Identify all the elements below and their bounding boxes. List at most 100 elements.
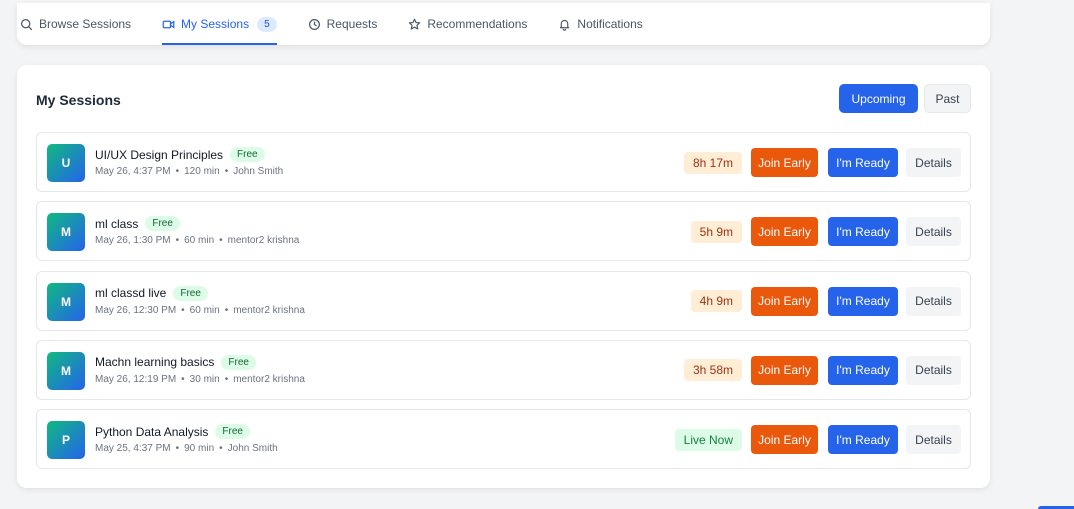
- details-button[interactable]: Details: [906, 148, 961, 177]
- separator-dot: •: [181, 373, 185, 385]
- free-badge: Free: [215, 424, 250, 440]
- session-avatar: M: [47, 213, 85, 252]
- session-meta: May 26, 12:30 PM • 60 min • mentor2 krishna: [95, 305, 305, 316]
- session-datetime: May 26, 12:30 PM: [95, 304, 177, 316]
- session-list: U UI/UX Design Principles Free May 26, 4…: [36, 132, 971, 478]
- session-title-line: UI/UX Design Principles Free: [95, 147, 265, 162]
- session-title-line: ml classd live Free: [95, 285, 208, 301]
- details-button[interactable]: Details: [906, 425, 961, 455]
- details-button[interactable]: Details: [906, 286, 961, 316]
- session-actions: Live Now Join Early I'm Ready Details: [674, 425, 961, 455]
- session-title-line: Machn learning basics Free: [95, 354, 256, 370]
- tab-label: My Sessions: [181, 17, 250, 31]
- im-ready-button[interactable]: I'm Ready: [828, 217, 898, 247]
- session-datetime: May 25, 4:37 PM: [95, 443, 171, 455]
- session-actions: 3h 58m Join Early I'm Ready Details: [683, 355, 961, 385]
- session-meta: May 26, 1:30 PM • 60 min • mentor2 krishna: [95, 235, 299, 246]
- details-button[interactable]: Details: [906, 355, 961, 385]
- separator-dot: •: [175, 235, 180, 247]
- separator-dot: •: [175, 166, 180, 177]
- session-row: U UI/UX Design Principles Free May 26, 4…: [36, 132, 971, 192]
- session-meta: May 25, 4:37 PM • 90 min • John Smith: [95, 443, 278, 454]
- session-title: UI/UX Design Principles: [95, 147, 224, 162]
- session-host: mentor2 krishna: [227, 235, 300, 247]
- session-duration: 30 min: [189, 373, 220, 385]
- separator-dot: •: [224, 304, 229, 316]
- countdown-badge: 8h 17m: [683, 151, 742, 174]
- session-title: ml class: [95, 216, 139, 231]
- session-title: ml classd live: [95, 286, 167, 301]
- im-ready-button[interactable]: I'm Ready: [828, 425, 898, 455]
- im-ready-button[interactable]: I'm Ready: [828, 355, 898, 385]
- search-icon: [21, 18, 33, 30]
- join-early-button[interactable]: Join Early: [751, 148, 818, 177]
- clock-icon: [308, 18, 320, 30]
- video-icon: [162, 20, 175, 28]
- session-meta: May 26, 12:19 PM • 30 min • mentor2 krishna: [95, 374, 305, 385]
- separator-dot: •: [181, 304, 185, 316]
- tab-my-sessions[interactable]: My Sessions 5: [162, 3, 277, 45]
- session-actions: 8h 17m Join Early I'm Ready Details: [683, 148, 961, 177]
- session-row: M Machn learning basics Free May 26, 12:…: [36, 339, 971, 400]
- page-title: My Sessions: [36, 92, 121, 108]
- tab-requests[interactable]: Requests: [308, 3, 378, 45]
- countdown-badge: 5h 9m: [690, 220, 742, 243]
- tab-recommendations[interactable]: Recommendations: [408, 3, 527, 45]
- tab-label: Browse Sessions: [39, 17, 132, 31]
- tab-browse-sessions[interactable]: Browse Sessions: [20, 3, 131, 45]
- join-early-button[interactable]: Join Early: [751, 355, 818, 385]
- session-tabs: Browse Sessions My Sessions 5 Requests R…: [17, 3, 990, 45]
- im-ready-button[interactable]: I'm Ready: [828, 148, 898, 177]
- past-filter-button[interactable]: Past: [924, 84, 971, 113]
- session-datetime: May 26, 1:30 PM: [95, 235, 171, 247]
- upcoming-filter-button[interactable]: Upcoming: [839, 84, 918, 113]
- session-host: John Smith: [233, 166, 284, 177]
- separator-dot: •: [175, 443, 180, 455]
- bell-icon: [560, 19, 570, 31]
- session-duration: 60 min: [189, 304, 220, 316]
- session-row: M ml classd live Free May 26, 12:30 PM • 6…: [36, 270, 971, 331]
- session-duration: 90 min: [184, 443, 215, 455]
- session-meta: May 26, 4:37 PM • 120 min • John Smith: [95, 166, 283, 177]
- separator-dot: •: [224, 373, 229, 385]
- free-badge: Free: [230, 147, 265, 162]
- tab-notifications[interactable]: Notifications: [558, 3, 643, 45]
- free-badge: Free: [221, 354, 256, 370]
- session-count-badge: 5: [257, 16, 277, 32]
- session-avatar: U: [47, 144, 85, 182]
- session-duration: 120 min: [184, 166, 220, 177]
- tab-label: Notifications: [577, 17, 643, 31]
- session-title: Python Data Analysis: [95, 424, 209, 439]
- separator-dot: •: [219, 443, 223, 455]
- session-avatar: M: [47, 351, 85, 390]
- free-badge: Free: [145, 216, 180, 232]
- session-host: John Smith: [227, 443, 278, 455]
- session-datetime: May 26, 12:19 PM: [95, 373, 177, 385]
- tab-label: Recommendations: [427, 17, 528, 31]
- separator-dot: •: [219, 235, 223, 247]
- details-button[interactable]: Details: [906, 217, 961, 247]
- join-early-button[interactable]: Join Early: [751, 217, 818, 247]
- join-early-button[interactable]: Join Early: [751, 286, 818, 316]
- session-actions: 5h 9m Join Early I'm Ready Details: [690, 217, 961, 247]
- session-avatar: P: [47, 421, 85, 460]
- free-badge: Free: [173, 285, 208, 301]
- tab-label: Requests: [326, 17, 378, 31]
- separator-dot: •: [224, 166, 229, 177]
- im-ready-button[interactable]: I'm Ready: [828, 286, 898, 316]
- session-avatar: M: [47, 282, 85, 321]
- session-title: Machn learning basics: [95, 355, 215, 370]
- join-early-button[interactable]: Join Early: [751, 425, 818, 455]
- session-row: P Python Data Analysis Free May 25, 4:37…: [36, 409, 971, 470]
- session-duration: 60 min: [184, 235, 215, 247]
- session-host: mentor2 krishna: [233, 373, 305, 385]
- session-title-line: Python Data Analysis Free: [95, 424, 250, 440]
- live-now-badge: Live Now: [674, 428, 742, 451]
- session-host: mentor2 krishna: [233, 304, 305, 316]
- session-title-line: ml class Free: [95, 216, 180, 232]
- countdown-badge: 4h 9m: [690, 290, 742, 313]
- session-datetime: May 26, 4:37 PM: [95, 166, 171, 177]
- session-actions: 4h 9m Join Early I'm Ready Details: [690, 286, 961, 316]
- countdown-badge: 3h 58m: [683, 359, 742, 382]
- session-row: M ml class Free May 26, 1:30 PM • 60 min • m…: [36, 201, 971, 262]
